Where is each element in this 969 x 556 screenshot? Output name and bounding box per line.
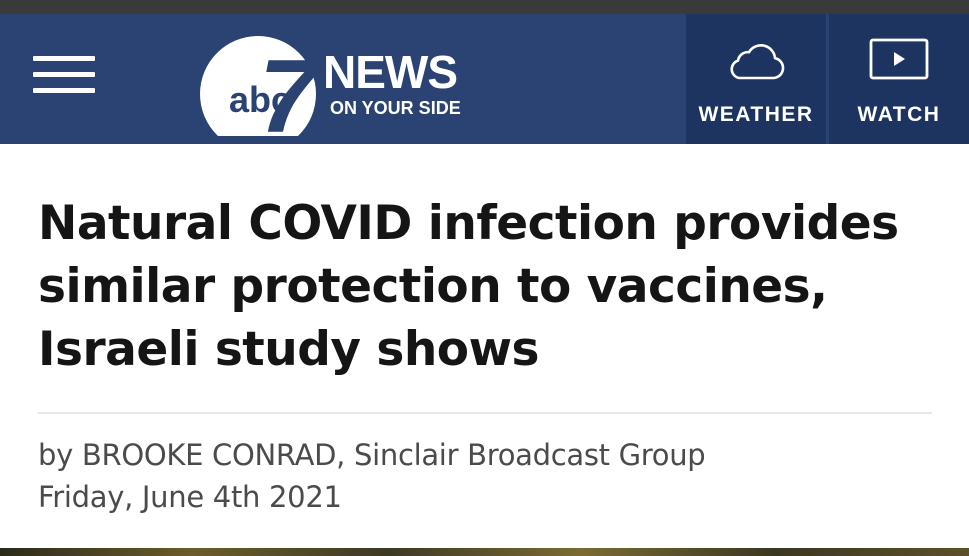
logo-news-text: NEWS: [323, 46, 457, 98]
article-image-edge: [0, 548, 969, 556]
cloud-icon: [686, 38, 826, 84]
logo-seven-text: 7: [259, 39, 321, 136]
watch-label: WATCH: [857, 103, 941, 126]
article-byline: by BROOKE CONRAD, Sinclair Broadcast Gro…: [38, 438, 706, 472]
site-header: abc 7 NEWS ON YOUR SIDE WEATHER WATCH: [0, 14, 969, 144]
abc7-news-logo[interactable]: abc 7 NEWS ON YOUR SIDE: [195, 32, 485, 136]
logo-tagline-text: ON YOUR SIDE: [330, 98, 461, 118]
article-date: Friday, June 4th 2021: [38, 480, 342, 514]
headline-divider: [38, 412, 932, 414]
article-headline: Natural COVID infection provides similar…: [38, 196, 899, 377]
weather-label: WEATHER: [698, 103, 814, 126]
play-icon: [829, 38, 969, 84]
hamburger-menu-icon[interactable]: [18, 44, 110, 110]
watch-button[interactable]: WATCH: [829, 14, 969, 144]
weather-button[interactable]: WEATHER: [686, 14, 826, 144]
status-bar-strip: [0, 0, 969, 14]
